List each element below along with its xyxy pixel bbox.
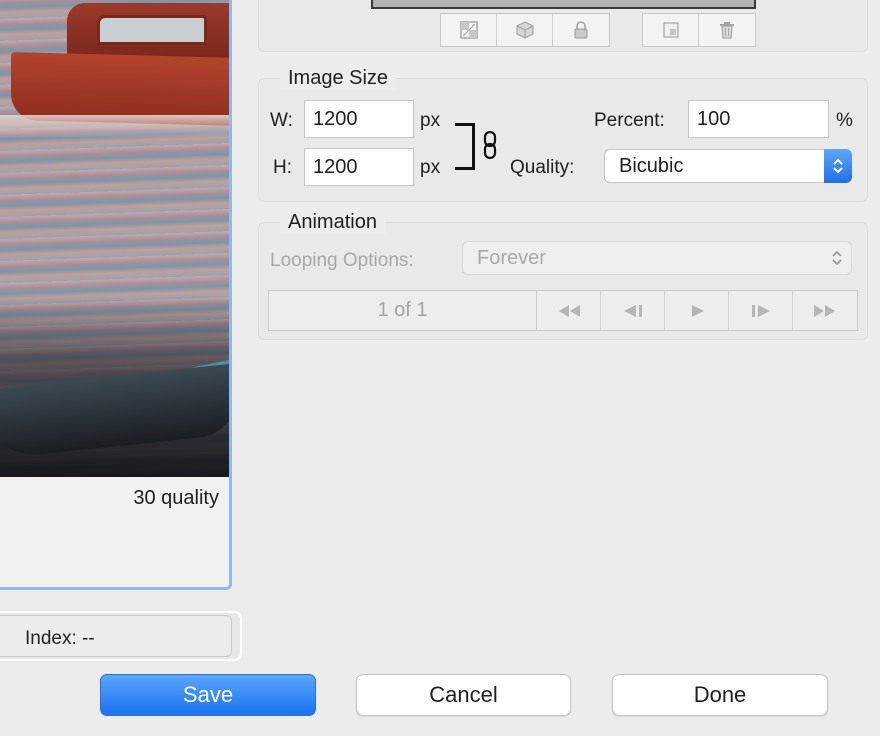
done-button[interactable]: Done <box>612 674 828 716</box>
first-frame-icon[interactable] <box>537 291 601 330</box>
quality-select-value: Bicubic <box>619 154 684 177</box>
color-index-panel: Index: -- <box>0 611 242 661</box>
color-table-bar <box>371 0 756 9</box>
percent-unit: % <box>836 110 853 131</box>
color-table-toolbar-right <box>642 13 756 47</box>
cancel-button[interactable]: Cancel <box>356 674 571 716</box>
boat-wake-graphic <box>0 115 229 137</box>
lock-icon[interactable] <box>553 14 609 46</box>
preview-image <box>0 0 229 477</box>
animation-title: Animation <box>280 211 385 234</box>
play-icon[interactable] <box>665 291 729 330</box>
height-input[interactable] <box>304 148 414 186</box>
percent-input[interactable] <box>688 100 829 138</box>
width-label: W: <box>270 110 293 131</box>
height-unit: px <box>420 157 441 178</box>
color-table-toolbar-left <box>440 13 610 47</box>
frame-counter: 1 of 1 <box>269 291 537 330</box>
next-frame-icon[interactable] <box>729 291 793 330</box>
looping-options-value: Forever <box>477 246 546 269</box>
last-frame-icon[interactable] <box>793 291 857 330</box>
save-button[interactable]: Save <box>100 674 316 716</box>
new-color-icon[interactable] <box>643 14 699 46</box>
looping-options-select[interactable]: Forever <box>462 241 852 275</box>
previous-frame-icon[interactable] <box>601 291 665 330</box>
percent-label: Percent: <box>594 110 665 131</box>
preview-quality-caption: 30 quality <box>133 487 219 509</box>
updown-chevron-icon <box>824 149 852 183</box>
color-index-field: Index: -- <box>0 615 232 657</box>
constrain-bracket <box>455 123 475 170</box>
color-index-label: Index: -- <box>25 628 95 649</box>
transparency-icon[interactable] <box>441 14 497 46</box>
width-unit: px <box>420 110 441 131</box>
boat-window-graphic <box>97 15 207 45</box>
web-cube-icon[interactable] <box>497 14 553 46</box>
quality-label: Quality: <box>510 157 575 178</box>
preview-pane[interactable]: 30 quality <box>0 0 232 590</box>
image-size-title: Image Size <box>280 67 397 90</box>
height-label: H: <box>273 157 292 178</box>
looping-options-label: Looping Options: <box>270 250 414 271</box>
quality-select[interactable]: Bicubic <box>604 149 852 183</box>
trash-icon[interactable] <box>699 14 755 46</box>
second-boat-graphic <box>0 363 229 461</box>
chain-link-icon[interactable] <box>483 131 497 159</box>
updown-chevron-icon <box>827 242 847 274</box>
width-input[interactable] <box>304 100 414 138</box>
animation-frame-controls: 1 of 1 <box>268 290 858 331</box>
